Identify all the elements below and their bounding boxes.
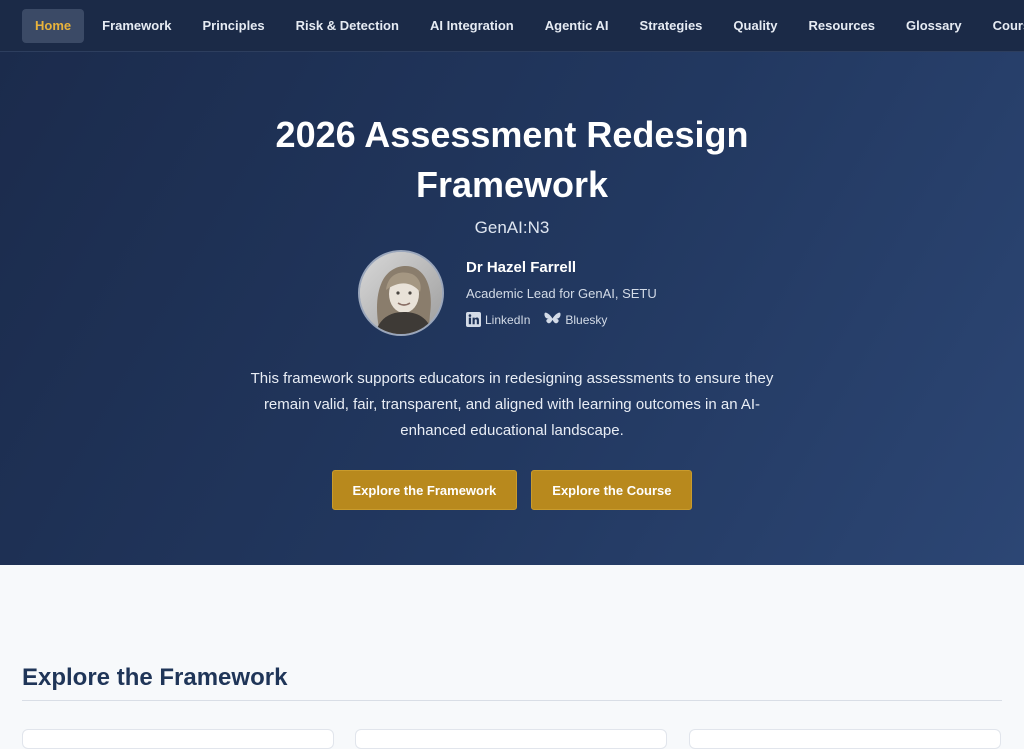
nav-item-agentic-ai[interactable]: Agentic AI [532, 9, 622, 43]
author-role: Academic Lead for GenAI, SETU [466, 286, 657, 301]
nav-item-resources[interactable]: Resources [796, 9, 888, 43]
bluesky-label: Bluesky [565, 312, 608, 327]
hero-subtitle: GenAI:N3 [474, 218, 550, 237]
nav-item-framework[interactable]: Framework [89, 9, 184, 43]
bluesky-icon [544, 312, 561, 324]
page-title-line1: 2026 Assessment Redesign [275, 114, 749, 155]
nav-item-quality[interactable]: Quality [720, 9, 790, 43]
framework-card[interactable] [689, 729, 1001, 749]
author-block: Dr Hazel Farrell Academic Lead for GenAI… [358, 250, 688, 338]
page-title-line2: Framework [415, 164, 609, 205]
section-divider [22, 700, 1002, 701]
top-navigation: Home Framework Principles Risk & Detecti… [0, 0, 1024, 52]
framework-card[interactable] [22, 729, 334, 749]
nav-item-strategies[interactable]: Strategies [627, 9, 716, 43]
nav-item-ai-integration[interactable]: AI Integration [417, 9, 527, 43]
framework-card[interactable] [355, 729, 667, 749]
nav-item-risk-detection[interactable]: Risk & Detection [283, 9, 412, 43]
hero-buttons: Explore the Framework Explore the Course [0, 470, 1024, 510]
nav-item-course[interactable]: Course [980, 9, 1024, 43]
nav-item-principles[interactable]: Principles [190, 9, 278, 43]
hero-description: This framework supports educators in red… [250, 370, 774, 439]
author-name: Dr Hazel Farrell [466, 259, 577, 276]
explore-course-button[interactable]: Explore the Course [531, 470, 693, 510]
avatar [358, 250, 444, 336]
linkedin-icon [466, 312, 481, 327]
explore-framework-button[interactable]: Explore the Framework [331, 470, 518, 510]
nav-item-home[interactable]: Home [22, 8, 85, 43]
section-title: Explore the Framework [22, 664, 288, 691]
linkedin-label: LinkedIn [485, 312, 531, 327]
nav-item-glossary[interactable]: Glossary [893, 9, 975, 43]
hero-section: 2026 Assessment Redesign Framework GenAI… [0, 52, 1024, 565]
linkedin-link[interactable]: LinkedIn [466, 312, 530, 327]
author-links: LinkedIn Bluesky [466, 312, 621, 327]
page-title: 2026 Assessment Redesign Framework [0, 110, 1024, 210]
bluesky-link[interactable]: Bluesky [544, 312, 607, 327]
